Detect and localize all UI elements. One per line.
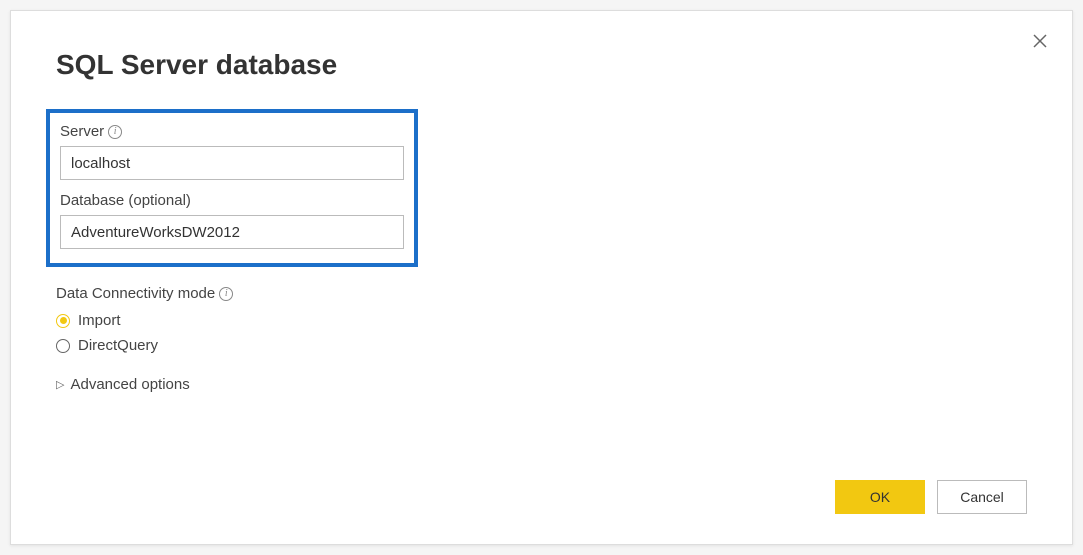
advanced-options-expander[interactable]: ▷ Advanced options bbox=[56, 376, 1027, 393]
server-label-text: Server bbox=[60, 123, 104, 140]
radio-import-label: Import bbox=[78, 312, 121, 329]
radio-import[interactable]: Import bbox=[56, 312, 1027, 329]
database-field-group: Database (optional) bbox=[60, 192, 404, 249]
info-icon[interactable]: i bbox=[219, 287, 233, 301]
chevron-right-icon: ▷ bbox=[56, 378, 64, 391]
radio-directquery[interactable]: DirectQuery bbox=[56, 337, 1027, 354]
dialog-title: SQL Server database bbox=[56, 49, 1027, 81]
connectivity-label-text: Data Connectivity mode bbox=[56, 285, 215, 302]
radio-directquery-label: DirectQuery bbox=[78, 337, 158, 354]
radio-selected-dot bbox=[60, 317, 67, 324]
ok-button[interactable]: OK bbox=[835, 480, 925, 514]
highlighted-fields: Server i Database (optional) bbox=[46, 109, 418, 267]
database-label: Database (optional) bbox=[60, 192, 404, 209]
sql-server-dialog: SQL Server database Server i Database (o… bbox=[10, 10, 1073, 545]
connectivity-label: Data Connectivity mode i bbox=[56, 285, 1027, 302]
advanced-options-label: Advanced options bbox=[70, 376, 189, 393]
server-input[interactable] bbox=[60, 146, 404, 180]
close-icon bbox=[1032, 33, 1048, 49]
connectivity-radio-group: Import DirectQuery bbox=[56, 312, 1027, 354]
server-field-group: Server i bbox=[60, 123, 404, 180]
server-label: Server i bbox=[60, 123, 404, 140]
close-button[interactable] bbox=[1028, 29, 1052, 53]
dialog-button-row: OK Cancel bbox=[835, 480, 1027, 514]
database-input[interactable] bbox=[60, 215, 404, 249]
radio-button-icon bbox=[56, 339, 70, 353]
cancel-button[interactable]: Cancel bbox=[937, 480, 1027, 514]
info-icon[interactable]: i bbox=[108, 125, 122, 139]
radio-button-icon bbox=[56, 314, 70, 328]
database-label-text: Database (optional) bbox=[60, 192, 191, 209]
